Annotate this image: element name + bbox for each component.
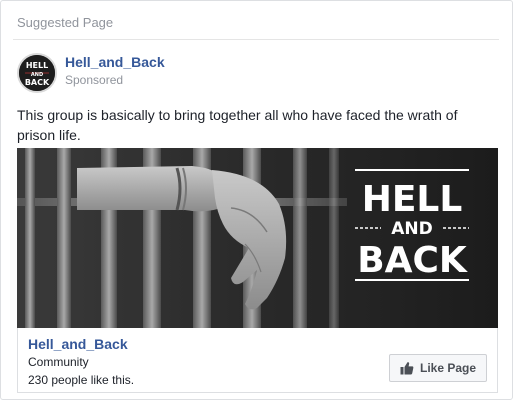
avatar-line-3: BACK (25, 78, 50, 87)
footer-category: Community (28, 355, 89, 369)
like-page-button-label: Like Page (419, 361, 477, 375)
ad-title-line-1: HELL (362, 179, 463, 220)
post-text: This group is basically to bring togethe… (17, 107, 458, 143)
page-name-link[interactable]: Hell_and_Back (65, 54, 165, 70)
avatar-line-1: HELL (26, 61, 48, 70)
sponsored-page-card: Suggested Page HELL AND BACK Hell_and_Ba… (0, 0, 513, 400)
page-info-row: HELL AND BACK Hell_and_Back Sponsored (17, 53, 497, 97)
thumbs-up-icon (400, 361, 414, 375)
ad-image[interactable]: HELL AND BACK (17, 148, 498, 328)
like-page-button[interactable]: Like Page (389, 354, 487, 382)
ad-title-line-2: AND (391, 219, 433, 239)
sponsored-label[interactable]: Sponsored (65, 73, 123, 87)
hell-and-back-logo-icon: HELL AND BACK (19, 55, 55, 91)
footer-likes-count: 230 people like this. (28, 373, 135, 387)
footer-page-name-link[interactable]: Hell_and_Back (28, 336, 128, 352)
page-avatar[interactable]: HELL AND BACK (17, 53, 57, 93)
ad-footer: Hell_and_Back Community 230 people like … (17, 328, 498, 393)
card-header: Suggested Page (13, 9, 499, 40)
ad-title-line-3: BACK (357, 240, 468, 281)
prison-bars-hand-image: HELL AND BACK (17, 148, 498, 328)
suggested-page-label: Suggested Page (17, 15, 114, 30)
